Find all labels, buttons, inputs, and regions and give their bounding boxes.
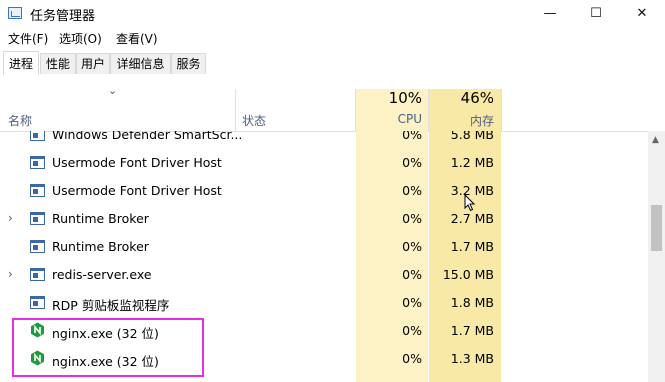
process-row[interactable]: Usermode Font Driver Host 0% 1.2 MB [0, 149, 648, 177]
expand-chevron-icon[interactable]: › [8, 211, 13, 225]
name-column-header[interactable]: 名称 [8, 112, 32, 129]
process-memory: 1.2 MB [450, 155, 494, 170]
window-title: 任务管理器 [30, 9, 96, 24]
process-cpu: 0% [402, 323, 422, 338]
process-name: Windows Defender SmartScr... [52, 131, 243, 142]
window-process-icon [30, 240, 45, 253]
process-memory: 15.0 MB [442, 267, 494, 282]
maximize-button[interactable]: ☐ [573, 0, 619, 28]
highlight-box [12, 318, 204, 377]
menu-options[interactable]: 选项(O) [59, 30, 102, 47]
process-cpu: 0% [402, 267, 422, 282]
memory-column-header[interactable]: 内存 [429, 112, 494, 129]
window-process-icon [30, 296, 45, 309]
process-name: redis-server.exe [52, 267, 152, 282]
tab-users[interactable]: 用户 [76, 53, 110, 74]
column-divider[interactable] [235, 89, 236, 131]
column-header: 名称 状态 10% CPU 46% 内存 [0, 75, 665, 132]
process-name: Usermode Font Driver Host [52, 183, 222, 198]
process-cpu: 0% [402, 295, 422, 310]
vertical-scrollbar[interactable] [648, 131, 665, 382]
window-process-icon [30, 268, 45, 281]
cpu-total-percent: 10% [388, 89, 422, 107]
process-memory: 2.7 MB [450, 211, 494, 226]
menu-file[interactable]: 文件(F) [8, 30, 48, 47]
process-cpu: 0% [402, 131, 422, 142]
process-cpu: 0% [402, 183, 422, 198]
process-name: RDP 剪贴板监视程序 [52, 298, 170, 313]
memory-total-percent: 46% [460, 89, 494, 107]
expand-chevron-icon[interactable]: › [8, 267, 13, 281]
scrollbar-thumb[interactable] [651, 205, 662, 251]
process-name: Runtime Broker [52, 211, 149, 226]
process-memory: 5.8 MB [450, 131, 494, 142]
window-process-icon [30, 131, 45, 141]
process-cpu: 0% [402, 155, 422, 170]
process-name: Usermode Font Driver Host [52, 155, 222, 170]
process-name: Runtime Broker [52, 239, 149, 254]
tab-details[interactable]: 详细信息 [110, 53, 171, 74]
process-memory: 1.7 MB [450, 323, 494, 338]
window-process-icon [30, 184, 45, 197]
process-memory: 3.2 MB [450, 183, 494, 198]
mouse-cursor-icon [464, 194, 476, 212]
minimize-button[interactable]: — [527, 0, 573, 28]
process-cpu: 0% [402, 351, 422, 366]
status-column-header[interactable]: 状态 [242, 112, 266, 129]
close-button[interactable]: ✕ [619, 0, 665, 28]
tab-strip: 进程 性能 用户 详细信息 服务 [0, 51, 665, 76]
tab-processes[interactable]: 进程 [3, 51, 39, 76]
process-row[interactable]: › Runtime Broker 0% 2.7 MB [0, 205, 648, 233]
process-memory: 1.8 MB [450, 295, 494, 310]
window-process-icon [30, 156, 45, 169]
process-row[interactable]: Runtime Broker 0% 1.7 MB [0, 233, 648, 261]
process-row[interactable]: › redis-server.exe 0% 15.0 MB [0, 261, 648, 289]
process-row[interactable]: Usermode Font Driver Host 0% 3.2 MB [0, 177, 648, 205]
process-row[interactable]: RDP 剪贴板监视程序 0% 1.8 MB [0, 289, 648, 317]
menu-view[interactable]: 查看(V) [116, 30, 158, 47]
sort-chevron-icon[interactable]: ⌄ [108, 84, 117, 97]
process-memory: 1.7 MB [450, 239, 494, 254]
task-manager-icon [8, 7, 22, 19]
cpu-column-header[interactable]: CPU [356, 112, 422, 126]
tab-services[interactable]: 服务 [171, 53, 206, 74]
scroll-up-icon[interactable]: ▲ [652, 135, 659, 145]
process-cpu: 0% [402, 211, 422, 226]
process-row[interactable]: Windows Defender SmartScr... 0% 5.8 MB [0, 131, 648, 149]
window-process-icon [30, 212, 45, 225]
title-bar: 任务管理器 — ☐ ✕ [0, 0, 665, 28]
process-cpu: 0% [402, 239, 422, 254]
tab-performance[interactable]: 性能 [40, 53, 76, 74]
process-memory: 1.3 MB [450, 351, 494, 366]
column-divider[interactable] [501, 89, 502, 131]
